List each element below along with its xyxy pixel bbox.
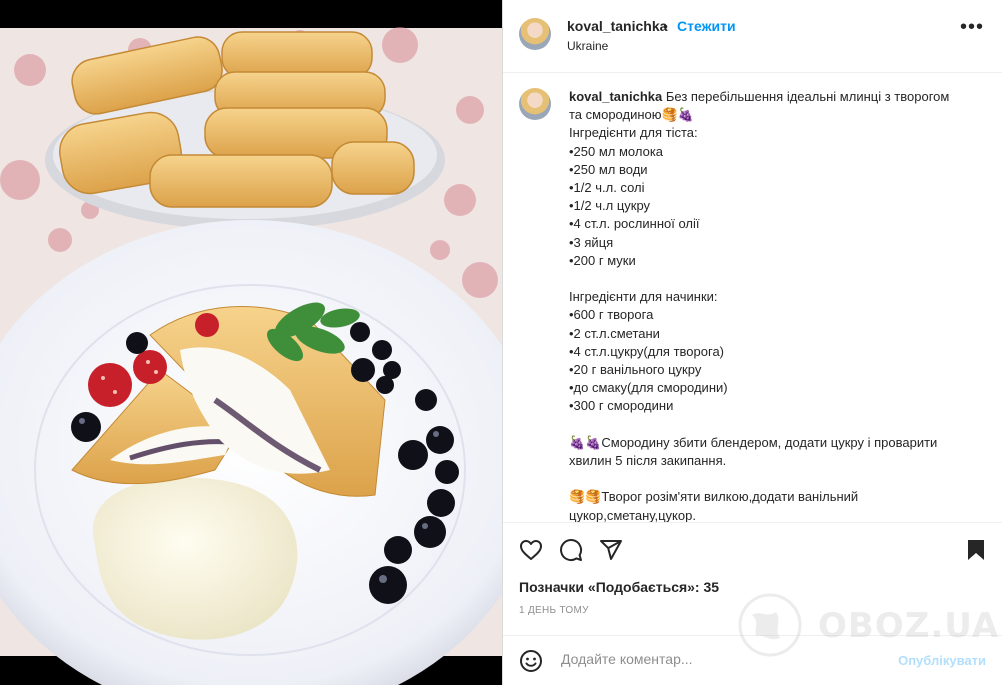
oboz-watermark: OBOZ.UA [730,590,1000,660]
globe-logo-icon [738,593,802,657]
post-photo[interactable] [0,0,502,685]
caption-line: •1/2 ч.л цукру [569,198,651,214]
caption-line: •300 г смородини [569,398,674,414]
caption-line: koval_tanichka Без перебільшення ідеальн… [569,88,979,106]
caption-line [569,416,979,434]
emoji-icon[interactable] [519,649,543,678]
caption-line: •1/2 ч.л. солі [569,180,645,196]
caption-line: хвилин 5 після закипання. [569,453,727,469]
post-location[interactable]: Ukraine [567,39,608,53]
caption-line: 🍇🍇Смородину збити блендером, додати цукр… [569,434,938,450]
caption-line: 🥞🥞Творог розім'яти вилкою,додати ванільн… [569,489,859,505]
caption-line: •4 ст.л. рослинної олії [569,216,700,232]
caption-line: •3 яйця [569,234,614,250]
caption-line [569,470,979,488]
caption-line: •до смаку(для смородини) [569,380,728,396]
post-header: koval_tanichka • Стежити Ukraine ••• [503,0,1002,73]
heart-icon[interactable] [519,538,543,567]
comment-icon[interactable] [559,538,583,567]
more-options-icon[interactable]: ••• [960,16,984,39]
post-date[interactable]: 1 ДЕНЬ ТОМУ [519,605,589,616]
caption-author-avatar[interactable] [519,88,551,120]
caption-line: •2 ст.л.сметани [569,325,660,341]
caption-line [569,270,979,288]
post-caption: koval_tanichka Без перебільшення ідеальн… [569,88,979,522]
caption-line: цукор,сметану,цукор. [569,507,696,522]
caption-scroll-area[interactable]: koval_tanichka Без перебільшення ідеальн… [503,72,1002,522]
caption-line: •250 мл молока [569,143,664,159]
bookmark-icon[interactable] [964,538,988,567]
author-username[interactable]: koval_tanichka [567,18,667,34]
caption-line: •600 г творога [569,307,654,323]
caption-line: •20 г ванільного цукру [569,362,702,378]
follow-button[interactable]: Стежити [677,18,736,34]
watermark-text: OBOZ.UA [818,606,1000,646]
share-icon[interactable] [599,538,623,567]
caption-username[interactable]: koval_tanichka [569,89,662,104]
post-details-panel: koval_tanichka • Стежити Ukraine ••• kov… [502,0,1002,685]
caption-line: та смородиною🥞🍇 [569,107,694,123]
caption-line: Інгредієнти для начинки: [569,289,718,305]
caption-line: •250 мл води [569,161,648,177]
likes-count[interactable]: Позначки «Подобається»: 35 [519,579,719,595]
caption-line: Інгредієнти для тіста: [569,125,698,141]
caption-text: Без перебільшення ідеальні млинці з твор… [665,89,950,104]
pancakes-photo-illustration [0,0,502,685]
author-avatar[interactable] [519,18,551,50]
separator-dot: • [663,18,668,34]
caption-line: •200 г муки [569,252,636,268]
caption-line: •4 ст.л.цукру(для творога) [569,343,725,359]
